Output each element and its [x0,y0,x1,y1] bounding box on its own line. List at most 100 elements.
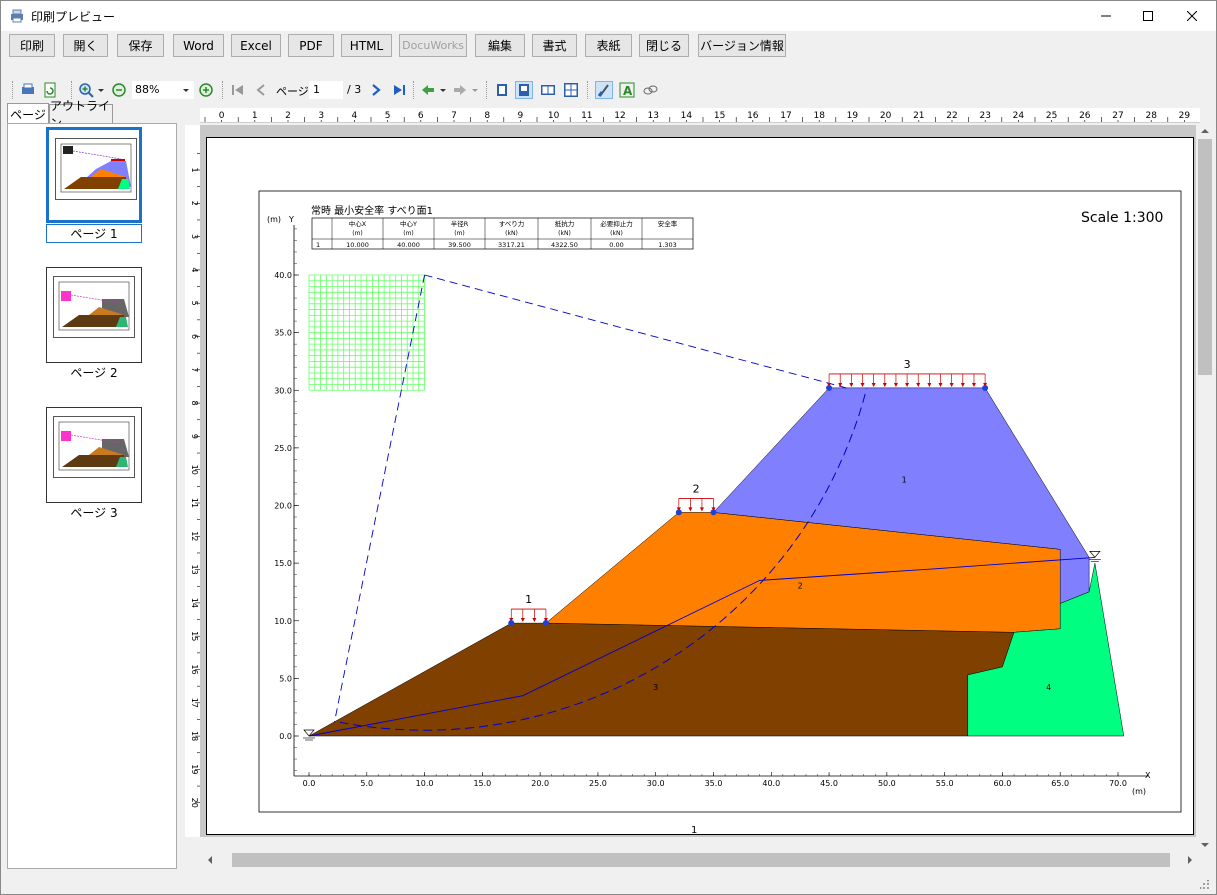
format-button[interactable]: 書式 [532,34,577,57]
table-header: すべり力 [499,219,525,228]
docuworks-button[interactable]: DocuWorks [399,34,467,57]
ruler-label: 7 [451,111,457,121]
close-preview-button[interactable]: 閉じる [639,34,689,57]
resize-grip-icon[interactable] [1200,880,1210,890]
two-page-view-icon[interactable] [539,81,557,99]
first-page-icon[interactable] [229,81,247,99]
ruler-label: 11 [581,111,592,121]
view-toolbar: 88% ページ 1 / 3 A [1,78,1216,102]
prev-page-icon[interactable] [252,81,270,99]
ruler-label: 19 [190,764,199,774]
page-thumbnail-3[interactable] [46,407,142,503]
fit-page-view-icon[interactable] [515,81,533,99]
table-cell: 1 [316,241,320,249]
table-header: 安全率 [658,219,678,228]
vertical-scrollbar[interactable] [1196,125,1214,851]
back-icon[interactable] [419,81,437,99]
thumbnail-preview [55,138,137,200]
x-tick-label: 35.0 [705,779,723,788]
table-unit: (kN) [610,230,623,237]
ruler-label: 4 [352,111,358,121]
horizontal-scrollbar[interactable] [204,851,1196,869]
multi-page-view-icon[interactable] [562,81,580,99]
print-preview-window: 印刷プレビュー 印刷 開く 保存 Word Excel PDF HTML Doc… [0,0,1217,895]
ruler-label: 3 [190,234,199,239]
page-thumbnail-2[interactable] [46,267,142,363]
version-info-button[interactable]: バージョン情報 [698,34,786,57]
excel-button[interactable]: Excel [231,34,281,57]
tab-pages[interactable]: ページ [7,103,49,125]
minimize-icon [1101,15,1111,17]
cover-button[interactable]: 表紙 [585,34,632,57]
scroll-right-icon [1188,856,1192,864]
vertical-ruler: 1 2 3 4 5 6 7 8 9 10 11 12 13 14 15 16 17 18 19 20 [185,125,200,837]
forward-icon[interactable] [451,81,469,99]
close-button[interactable] [1169,1,1215,31]
text-select-icon[interactable]: A [618,81,636,99]
print-button[interactable]: 印刷 [9,34,55,57]
toolbar-separator [222,81,223,99]
document-page: 常時 最小安全率 すべり面1 Scale 1:300 中心X (m) 中心Y (m) 半… [206,137,1194,835]
next-page-icon[interactable] [367,81,385,99]
forward-dropdown-icon[interactable] [470,81,480,99]
snapshot-icon[interactable] [641,81,659,99]
x-tick-label: 60.0 [994,779,1012,788]
tab-outline[interactable]: アウトライン [49,99,113,130]
ruler-label: 23 [979,111,990,121]
ruler-label: 16 [190,664,199,674]
scroll-down-icon [1201,843,1209,847]
table-header: 必要抑止力 [600,219,633,228]
ruler-label: 14 [190,598,199,608]
zoom-combo-dropdown-icon[interactable] [181,81,191,99]
ruler-label: 16 [747,111,759,121]
maximize-button[interactable] [1125,1,1171,31]
table-unit: (m) [352,230,363,237]
thumbnail-preview [53,416,135,478]
html-button[interactable]: HTML [341,34,392,57]
ruler-label: 1 [190,167,199,172]
ruler-label: 6 [418,111,424,121]
page-thumbnail-1[interactable] [46,127,142,223]
y-tick-label: 5.0 [279,674,292,683]
ruler-label: 20 [190,798,199,808]
x-tick-label: 25.0 [589,779,607,788]
back-dropdown-icon[interactable] [438,81,448,99]
pdf-button[interactable]: PDF [288,34,334,57]
word-button[interactable]: Word [173,34,224,57]
ruler-label: 2 [285,111,291,121]
ruler-label: 1 [252,111,258,121]
table-unit: (m) [403,230,414,237]
table-cell: 10.000 [346,241,369,249]
x-axis-name: X [1145,771,1151,780]
table-cell: 3317.21 [498,241,525,249]
ruler-label: 15 [714,111,725,121]
edit-button[interactable]: 編集 [475,34,525,57]
load-node [675,509,682,516]
horizontal-ruler: 0 1 2 3 4 5 6 7 8 9 10 11 12 13 14 15 16 17 18 19 20 21 22 23 24… [200,108,1200,123]
scale-label: Scale 1:300 [1081,210,1163,226]
thumbnail-label-2[interactable]: ページ 2 [46,364,142,381]
ruler-label: 2 [190,201,199,206]
hand-tool-icon[interactable] [595,81,613,99]
ruler-label: 18 [813,111,825,121]
ruler-label: 0 [219,111,225,121]
print-setup-icon[interactable] [19,81,37,99]
open-button[interactable]: 開く [63,34,108,57]
ruler-label: 24 [1013,111,1025,121]
ruler-label: 13 [647,111,658,121]
single-page-view-icon[interactable] [493,81,511,99]
minimize-button[interactable] [1083,1,1129,31]
toolbar-separator [587,81,588,99]
page-number-input[interactable]: 1 [309,81,343,99]
table-cell: 0.00 [609,241,623,249]
last-page-icon[interactable] [390,81,408,99]
thumbnail-label-1[interactable]: ページ 1 [46,224,142,243]
thumbnail-panel: ページ 1 ページ 2 ページ 3 [7,123,177,869]
zoom-plus-icon[interactable] [197,81,215,99]
zoom-out-icon[interactable] [110,81,128,99]
table-unit: (m) [454,230,465,237]
preview-area[interactable]: 常時 最小安全率 すべり面1 Scale 1:300 中心X (m) 中心Y (m) 半… [200,125,1196,837]
layer-label: 1 [902,475,907,484]
thumbnail-label-3[interactable]: ページ 3 [46,504,142,521]
save-button[interactable]: 保存 [117,34,164,57]
